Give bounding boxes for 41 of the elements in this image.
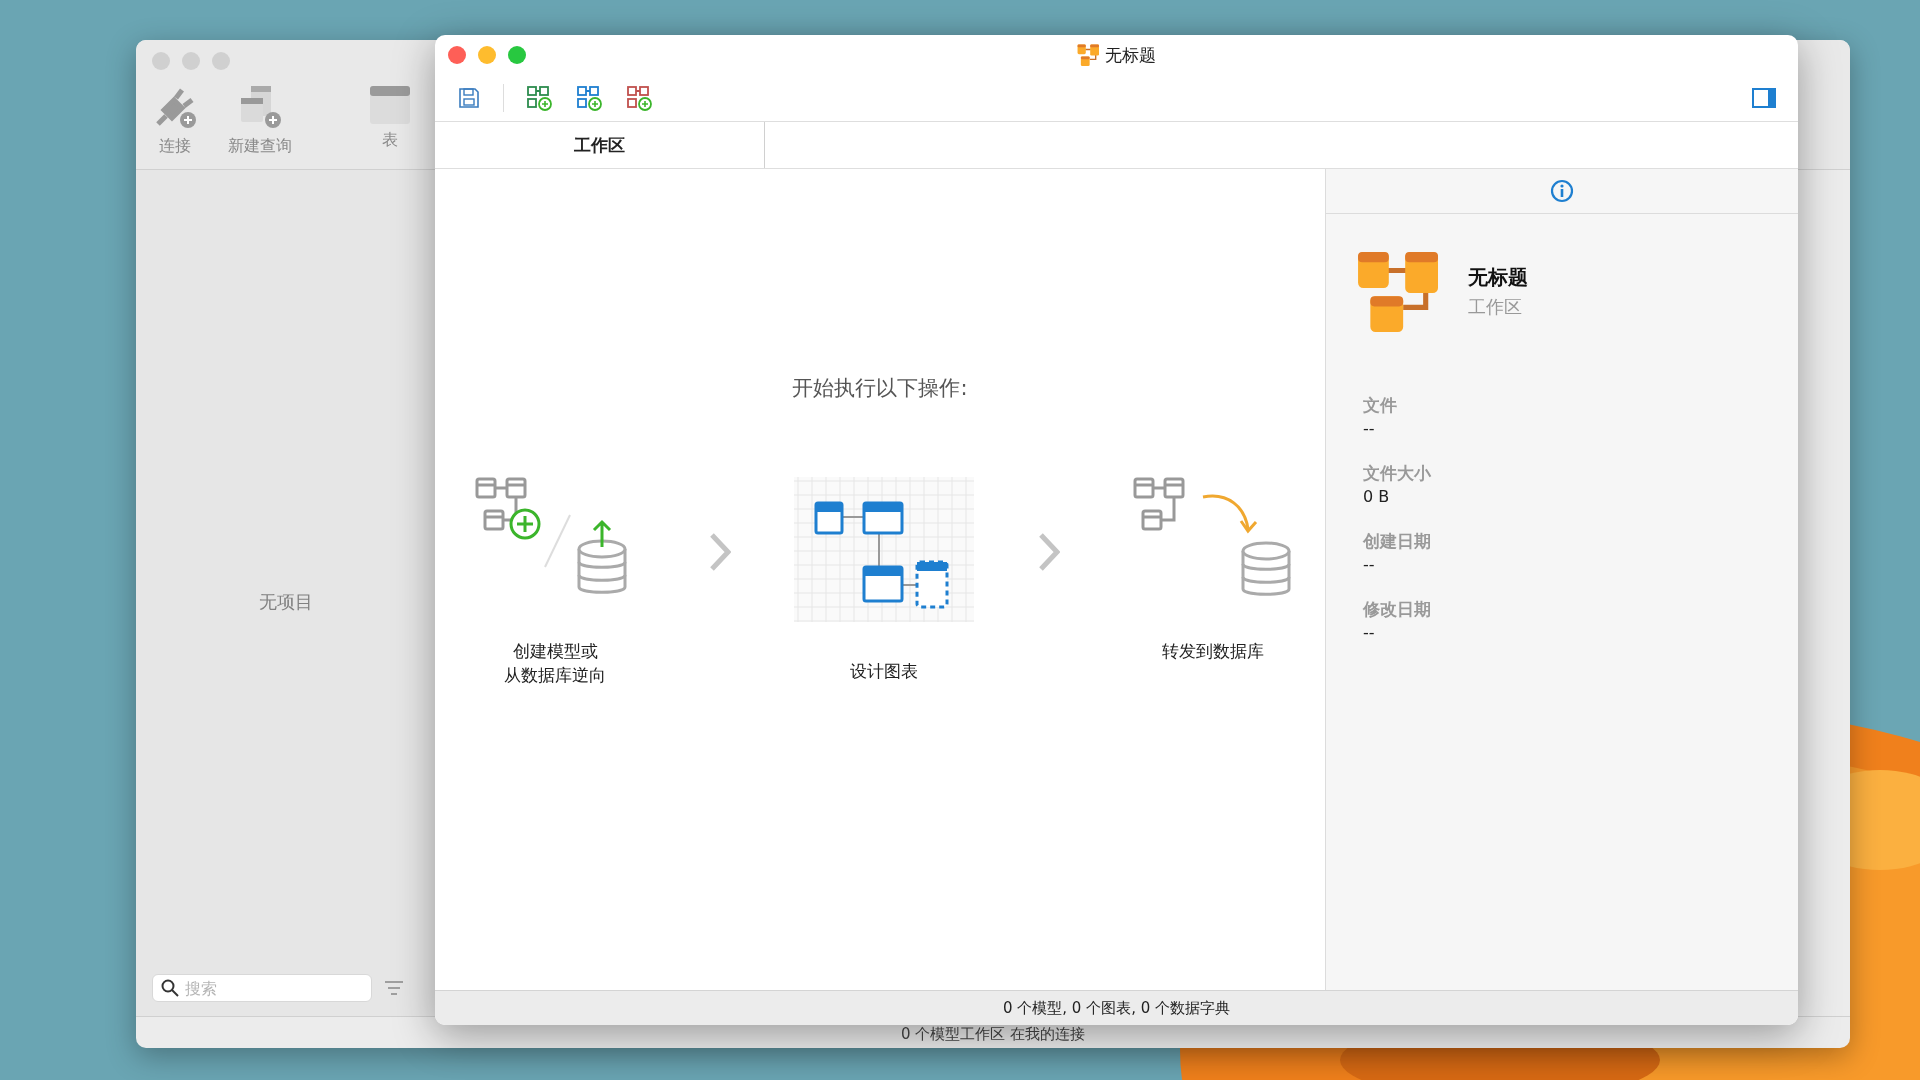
workspace-type: 工作区 <box>1468 294 1523 319</box>
new-model-icon <box>526 85 552 111</box>
new-dictionary-button[interactable] <box>624 83 654 113</box>
chevron-icon <box>1037 532 1060 572</box>
search-field[interactable]: 搜索 <box>152 974 372 1002</box>
field-label: 创建日期 <box>1363 530 1432 553</box>
chevron-icon <box>708 532 731 572</box>
status-text: 0 个模型工作区 在我的连接 <box>900 1025 1086 1044</box>
sidebar-icon <box>1752 88 1776 108</box>
sidebar-toggle-button[interactable] <box>1750 86 1778 110</box>
info-icon[interactable] <box>1550 179 1574 203</box>
filter-icon[interactable] <box>384 980 404 996</box>
field-value: -- <box>1363 555 1376 574</box>
new-model-button[interactable] <box>524 83 554 113</box>
save-icon <box>457 86 481 110</box>
field-label: 修改日期 <box>1363 598 1432 621</box>
intro-heading: 开始执行以下操作: <box>792 375 968 402</box>
empty-message: 无项目 <box>259 590 313 614</box>
step-label[interactable]: 从数据库逆向 <box>504 663 606 688</box>
workspace-icon <box>1356 250 1438 332</box>
new-dictionary-icon <box>626 85 652 111</box>
step-label[interactable]: 设计图表 <box>850 660 918 684</box>
close-button[interactable] <box>448 46 466 64</box>
field-label: 文件大小 <box>1363 462 1432 485</box>
tab[interactable]: 工作区 <box>435 122 765 168</box>
step-label[interactable]: 转发到数据库 <box>1162 640 1264 664</box>
workspace-name: 无标题 <box>1468 263 1528 291</box>
window-title: 无标题 <box>1105 43 1156 67</box>
table-icon <box>370 84 410 124</box>
new-diagram-button[interactable] <box>574 83 604 113</box>
search-icon <box>161 979 179 997</box>
new-diagram-icon <box>576 85 602 111</box>
status-text: 0 个模型, 0 个图表, 0 个数据字典 <box>1003 998 1230 1018</box>
field-label: 文件 <box>1363 394 1398 417</box>
step-label[interactable]: 创建模型或 <box>512 640 598 664</box>
minimize-button[interactable] <box>478 46 496 64</box>
field-value: 0 B <box>1363 487 1391 506</box>
field-value: -- <box>1363 623 1376 642</box>
field-value: -- <box>1363 419 1376 438</box>
zoom-button[interactable] <box>508 46 526 64</box>
workspace-icon <box>1077 44 1099 66</box>
